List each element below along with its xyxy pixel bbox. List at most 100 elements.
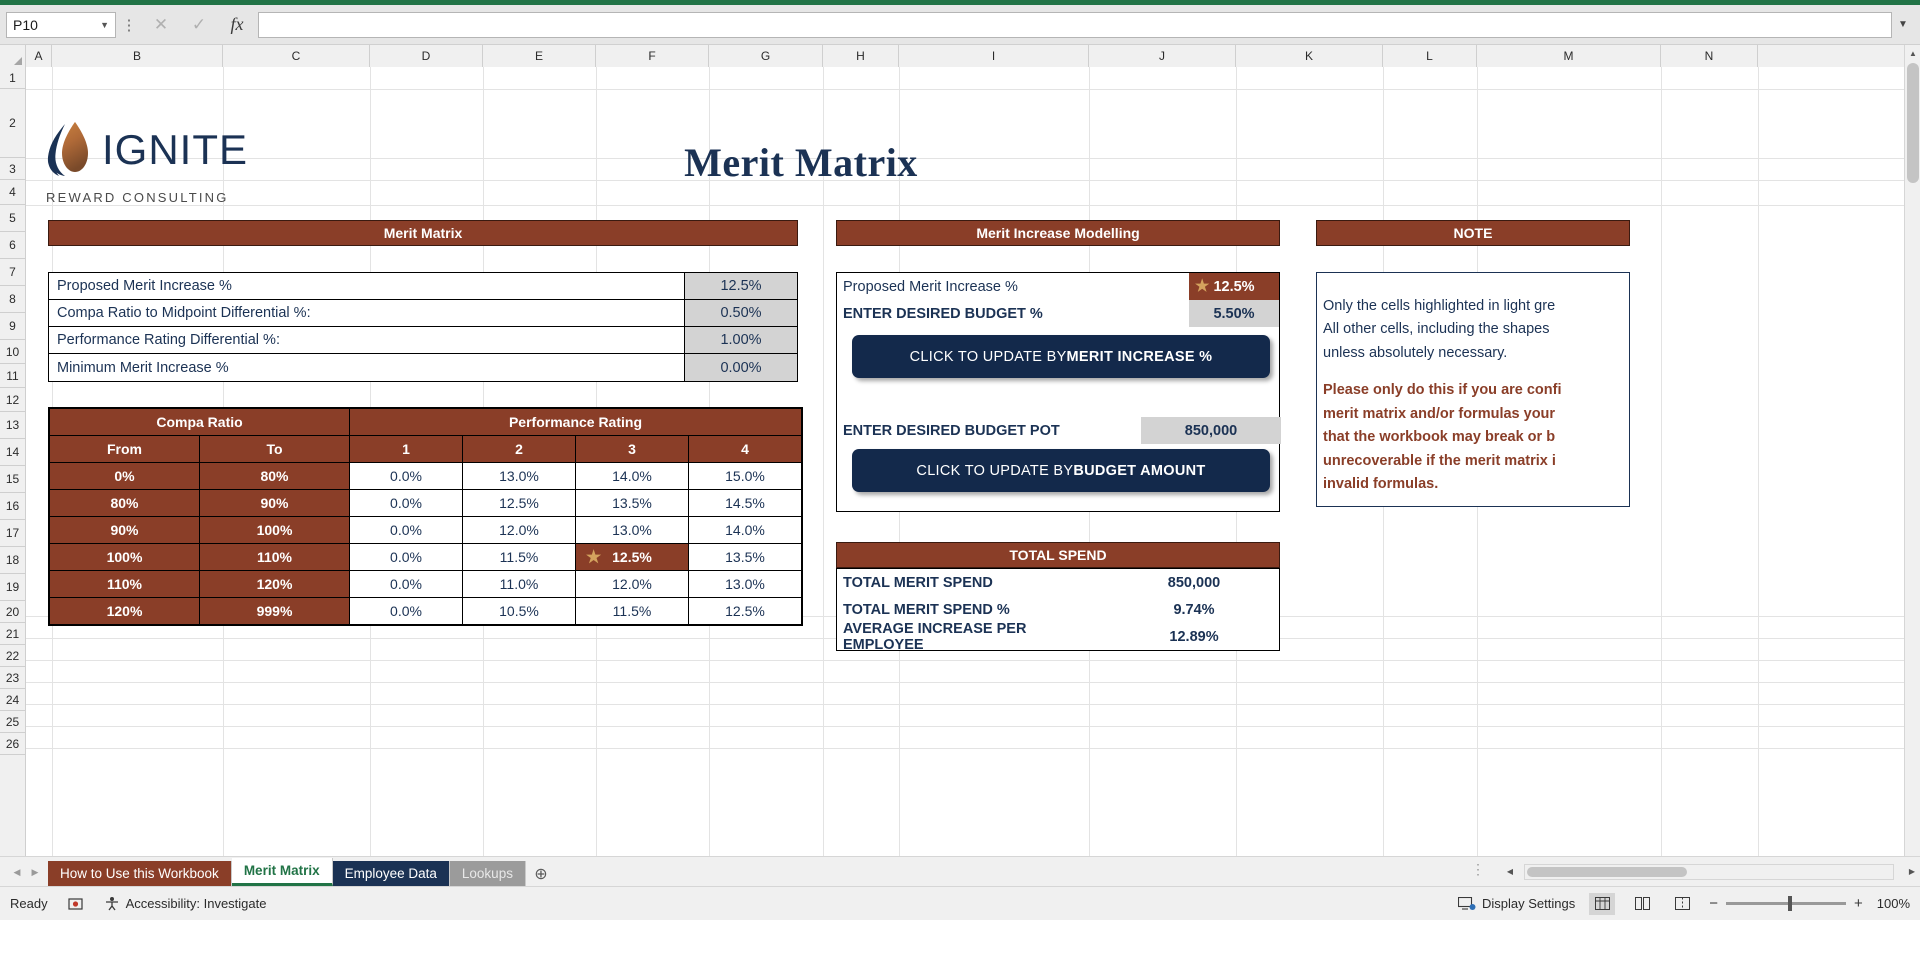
column-header-C[interactable]: C [223,45,370,67]
first-sheet-icon[interactable]: ◀ [8,863,26,881]
confirm-check-icon[interactable]: ✓ [180,12,218,38]
row-header-7[interactable]: 7 [0,259,25,286]
hscroll-right-icon[interactable]: ▶ [1904,864,1920,880]
zoom-track[interactable] [1726,902,1846,905]
cell-merit-value[interactable]: 11.5% [463,544,576,571]
page-layout-icon[interactable] [1629,893,1655,915]
cell-merit-value[interactable]: 0.0% [350,517,463,544]
plus-icon[interactable]: ⊕ [526,861,556,886]
row-header-18[interactable]: 18 [0,547,25,574]
column-header-K[interactable]: K [1236,45,1383,67]
prev-sheet-icon[interactable]: ▶ [26,863,44,881]
zoom-out-button[interactable]: − [1709,895,1718,912]
row-header-2[interactable]: 2 [0,89,25,158]
cell-merit-value[interactable]: 13.5% [576,490,689,517]
row-header-9[interactable]: 9 [0,313,25,340]
chevron-down-icon[interactable]: ▼ [100,20,109,30]
sheet-tab-how-to-use[interactable]: How to Use this Workbook [48,861,232,886]
hscroll-left-icon[interactable]: ◀ [1502,864,1518,880]
cell-merit-value[interactable]: 14.5% [689,490,802,517]
row-header-5[interactable]: 5 [0,205,25,232]
cell-merit-value[interactable]: 12.0% [463,517,576,544]
column-header-A[interactable]: A [26,45,52,67]
name-box[interactable]: P10 ▼ [6,12,116,38]
zoom-knob[interactable] [1788,896,1792,911]
select-all-corner[interactable] [0,45,26,67]
cell-merit-value[interactable]: 14.0% [576,463,689,490]
fx-icon[interactable]: fx [218,12,256,38]
row-header-23[interactable]: 23 [0,667,25,689]
sheet-tab-employee-data[interactable]: Employee Data [333,861,450,886]
horizontal-scrollbar[interactable] [1524,864,1894,880]
normal-view-icon[interactable] [1589,893,1615,915]
column-header-H[interactable]: H [823,45,899,67]
formula-bar-options-icon[interactable]: ⋮ [116,12,142,38]
param-value-input[interactable]: 0.50% [684,300,797,326]
accessibility-status[interactable]: Accessibility: Investigate [104,896,267,911]
column-header-L[interactable]: L [1383,45,1477,67]
cell-merit-value[interactable]: 13.0% [576,517,689,544]
column-header-I[interactable]: I [899,45,1089,67]
row-header-17[interactable]: 17 [0,520,25,547]
row-header-21[interactable]: 21 [0,623,25,645]
cell-merit-value[interactable]: 0.0% [350,490,463,517]
cell-merit-value[interactable]: 13.5% [689,544,802,571]
update-by-merit-increase-button[interactable]: CLICK TO UPDATE BY MERIT INCREASE % [852,335,1270,378]
row-header-16[interactable]: 16 [0,493,25,520]
column-header-M[interactable]: M [1477,45,1661,67]
page-break-icon[interactable] [1669,893,1695,915]
horizontal-scroll-thumb[interactable] [1527,867,1687,877]
row-header-15[interactable]: 15 [0,466,25,493]
cell-merit-value[interactable]: 14.0% [689,517,802,544]
column-header-G[interactable]: G [709,45,823,67]
cell-merit-value[interactable]: 11.5% [576,598,689,625]
row-header-8[interactable]: 8 [0,286,25,313]
cell-merit-value[interactable]: 15.0% [689,463,802,490]
formula-input[interactable] [258,12,1892,38]
column-header-N[interactable]: N [1661,45,1758,67]
cell-merit-value[interactable]: 13.0% [463,463,576,490]
budget-percent-input[interactable]: 5.50% [1189,300,1279,327]
cell-merit-value[interactable]: 12.5% [689,598,802,625]
param-value-input[interactable]: 0.00% [684,354,797,381]
row-header-14[interactable]: 14 [0,439,25,466]
row-header-24[interactable]: 24 [0,689,25,711]
param-value-input[interactable]: 1.00% [684,327,797,353]
sheet-tab-lookups[interactable]: Lookups [450,861,526,886]
row-header-11[interactable]: 11 [0,364,25,388]
row-header-10[interactable]: 10 [0,340,25,364]
row-header-19[interactable]: 19 [0,574,25,601]
update-by-budget-amount-button[interactable]: CLICK TO UPDATE BY BUDGET AMOUNT [852,449,1270,492]
param-value-input[interactable]: 12.5% [684,273,797,299]
row-header-4[interactable]: 4 [0,180,25,205]
cell-merit-value[interactable]: 0.0% [350,571,463,598]
zoom-slider[interactable]: − + [1709,895,1863,912]
row-header-12[interactable]: 12 [0,388,25,412]
cell-merit-value[interactable]: 12.5% [463,490,576,517]
row-header-13[interactable]: 13 [0,412,25,439]
column-header-J[interactable]: J [1089,45,1236,67]
cell-merit-value[interactable]: 0.0% [350,544,463,571]
row-header-25[interactable]: 25 [0,711,25,733]
tab-resize-handle-icon[interactable]: ⋮ [1471,861,1496,882]
row-header-26[interactable]: 26 [0,733,25,755]
budget-pot-input[interactable]: 850,000 [1141,417,1281,444]
column-header-E[interactable]: E [483,45,596,67]
row-header-1[interactable]: 1 [0,67,25,89]
display-settings-button[interactable]: Display Settings [1458,896,1575,911]
macro-record-button[interactable] [68,897,84,911]
cell-merit-value[interactable]: 0.0% [350,463,463,490]
vertical-scrollbar[interactable]: ▲ ▼ [1904,45,1920,920]
column-header-F[interactable]: F [596,45,709,67]
cell-merit-value[interactable]: 12.0% [576,571,689,598]
sheet-tab-merit-matrix[interactable]: Merit Matrix [232,858,333,886]
row-header-20[interactable]: 20 [0,601,25,623]
column-header-D[interactable]: D [370,45,483,67]
sheet-canvas[interactable]: IGNITE REWARD CONSULTING Merit Matrix Me… [26,67,1920,920]
cell-merit-value[interactable]: 13.0% [689,571,802,598]
zoom-in-button[interactable]: + [1854,895,1863,912]
cell-merit-value[interactable]: 10.5% [463,598,576,625]
cell-merit-value[interactable]: 11.0% [463,571,576,598]
formula-bar-expand-icon[interactable]: ▼ [1892,12,1914,38]
scroll-up-icon[interactable]: ▲ [1905,45,1920,61]
